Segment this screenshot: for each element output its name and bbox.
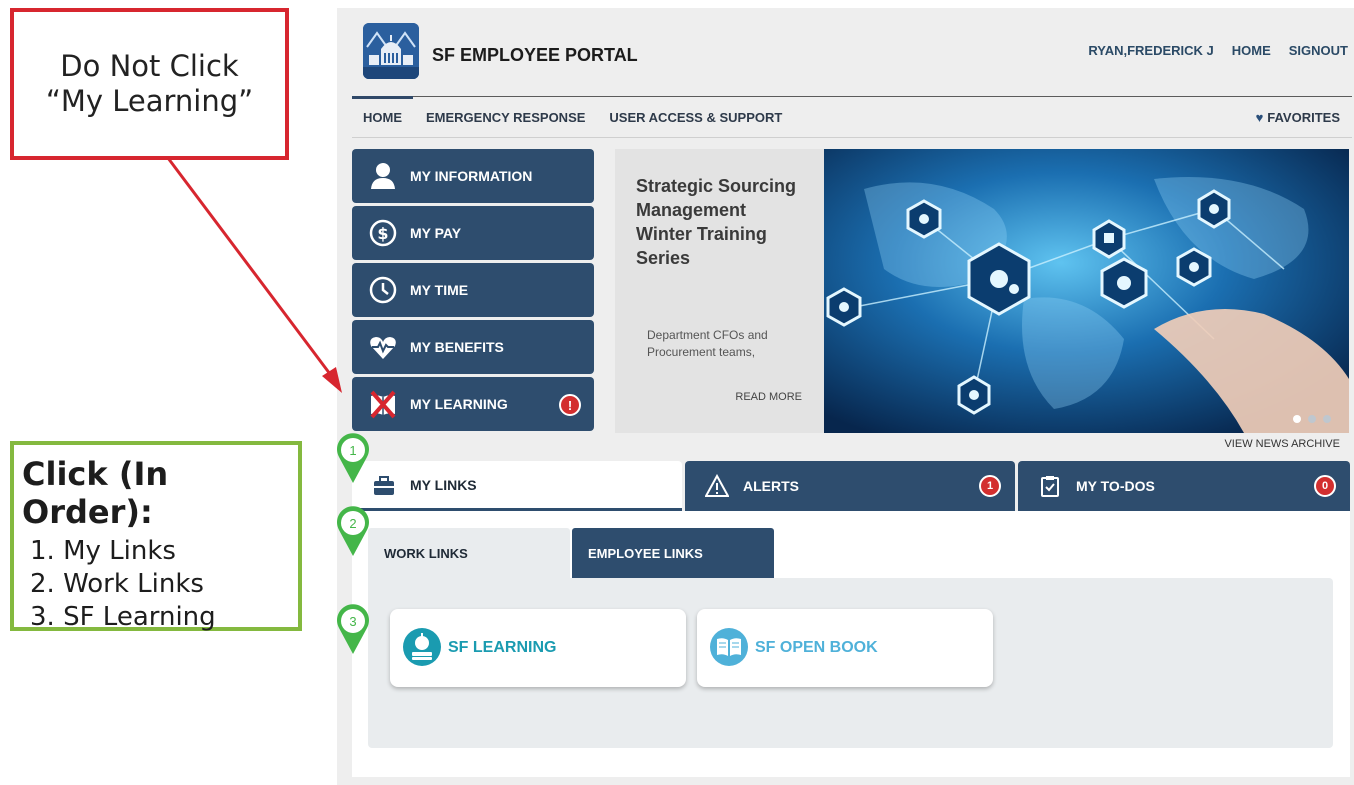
- clipboard-check-icon: [1041, 476, 1059, 497]
- carousel-dot[interactable]: [1308, 415, 1316, 423]
- heartbeat-icon: [370, 337, 396, 359]
- click-order-heading: Click (In Order):: [22, 455, 169, 531]
- my-information-button[interactable]: MY INFORMATION: [352, 149, 594, 203]
- click-order-list: 1. My Links 2. Work Links 3. SF Learning: [14, 535, 298, 634]
- links-sub-tabs: WORK LINKS EMPLOYEE LINKS: [368, 528, 776, 578]
- signout-link[interactable]: SIGNOUT: [1289, 43, 1348, 58]
- main-nav: HOME EMERGENCY RESPONSE USER ACCESS & SU…: [352, 96, 1352, 138]
- step-pin-2: 2: [337, 506, 369, 556]
- favorites-label: FAVORITES: [1267, 110, 1340, 125]
- my-pay-button[interactable]: $ MY PAY: [352, 206, 594, 260]
- tab-my-links[interactable]: MY LINKS: [352, 461, 682, 511]
- clock-icon: [369, 276, 397, 304]
- dollar-icon: $: [369, 219, 397, 247]
- nav-tab-home[interactable]: HOME: [352, 96, 414, 137]
- step-pin-3: 3: [337, 604, 369, 654]
- favorites-link[interactable]: ♥ FAVORITES: [1256, 110, 1340, 125]
- sf-open-book-link[interactable]: SF OPEN BOOK: [697, 609, 993, 687]
- tab-employee-links[interactable]: EMPLOYEE LINKS: [572, 528, 774, 578]
- open-book-icon: [710, 628, 748, 666]
- tab-alerts[interactable]: ALERTS 1: [685, 461, 1015, 511]
- tab-work-links[interactable]: WORK LINKS: [368, 528, 570, 578]
- person-icon: [371, 163, 395, 189]
- callout-line-1: Do Not Click: [60, 49, 239, 84]
- menu-label: MY PAY: [410, 225, 462, 241]
- step-pin-1: 1: [337, 433, 369, 483]
- learning-alert-badge: !: [559, 394, 581, 416]
- tab-my-todos[interactable]: MY TO-DOS 0: [1018, 461, 1350, 511]
- click-order-callout: Click (In Order): 1. My Links 2. Work Li…: [10, 441, 302, 634]
- carousel-dot[interactable]: [1293, 415, 1301, 423]
- todos-count-badge: 0: [1314, 475, 1336, 497]
- menu-label: MY TIME: [410, 282, 469, 298]
- view-news-archive-link[interactable]: VIEW NEWS ARCHIVE: [1224, 438, 1340, 450]
- menu-label: MY INFORMATION: [410, 168, 533, 184]
- my-learning-button[interactable]: MY LEARNING !: [352, 377, 594, 431]
- tab-label: ALERTS: [743, 478, 799, 494]
- header-links: RYAN,FREDERICK J HOME SIGNOUT: [1088, 43, 1348, 58]
- work-links-list: SF LEARNING SF OPEN BOOK: [368, 578, 1333, 748]
- alerts-count-badge: 1: [979, 475, 1001, 497]
- city-hall-logo-icon[interactable]: [363, 23, 419, 79]
- svg-text:$: $: [377, 224, 388, 243]
- do-not-click-callout: Do Not Click “My Learning”: [10, 8, 289, 160]
- menu-label: MY BENEFITS: [410, 339, 504, 355]
- network-hexagon-image: [824, 149, 1349, 433]
- read-more-link[interactable]: READ MORE: [735, 391, 802, 403]
- link-label: SF LEARNING: [448, 639, 557, 656]
- book-icon: [370, 390, 396, 419]
- news-carousel-image[interactable]: [824, 149, 1349, 433]
- step-item: 1. My Links: [30, 536, 176, 566]
- portal-brand-title: SF EMPLOYEE PORTAL: [432, 45, 638, 65]
- briefcase-icon: [374, 476, 394, 495]
- step-item: 2. Work Links: [30, 569, 204, 599]
- my-benefits-button[interactable]: MY BENEFITS: [352, 320, 594, 374]
- nav-tab-user-access-support[interactable]: USER ACCESS & SUPPORT: [597, 97, 794, 137]
- my-time-button[interactable]: MY TIME: [352, 263, 594, 317]
- pin-number: 3: [349, 614, 356, 629]
- heart-icon: ♥: [1255, 110, 1264, 125]
- step-item: 3. SF Learning: [30, 602, 216, 632]
- employee-portal: SF EMPLOYEE PORTAL RYAN,FREDERICK J HOME…: [337, 8, 1354, 785]
- portal-tabs: MY LINKS ALERTS 1 MY TO-DOS 0: [352, 461, 1350, 511]
- carousel-dots: [1293, 415, 1331, 423]
- nav-tab-emergency-response[interactable]: EMERGENCY RESPONSE: [414, 97, 597, 137]
- warning-icon: [705, 474, 729, 497]
- carousel-dot[interactable]: [1323, 415, 1331, 423]
- pin-number: 2: [349, 516, 356, 531]
- portal-header: SF EMPLOYEE PORTAL RYAN,FREDERICK J HOME…: [337, 8, 1354, 96]
- tab-label: MY TO-DOS: [1076, 478, 1155, 494]
- quick-menu: MY INFORMATION $ MY PAY MY TIME MY BENEF…: [352, 149, 594, 434]
- news-title: Strategic Sourcing Management Winter Tra…: [636, 176, 797, 268]
- user-name-link[interactable]: RYAN,FREDERICK J: [1088, 43, 1213, 58]
- link-label: SF OPEN BOOK: [755, 639, 878, 656]
- my-links-panel: WORK LINKS EMPLOYEE LINKS SF LEARNING SF…: [352, 511, 1350, 777]
- callout-line-2: “My Learning”: [45, 84, 254, 118]
- news-body: Department CFOs and Procurement teams,: [647, 328, 768, 359]
- apple-books-icon: [403, 628, 441, 666]
- tab-label: MY LINKS: [410, 476, 477, 493]
- home-link[interactable]: HOME: [1232, 43, 1271, 58]
- news-card: Strategic Sourcing Management Winter Tra…: [615, 149, 824, 433]
- pin-number: 1: [349, 443, 356, 458]
- sf-learning-link[interactable]: SF LEARNING: [390, 609, 686, 687]
- menu-label: MY LEARNING: [410, 396, 508, 412]
